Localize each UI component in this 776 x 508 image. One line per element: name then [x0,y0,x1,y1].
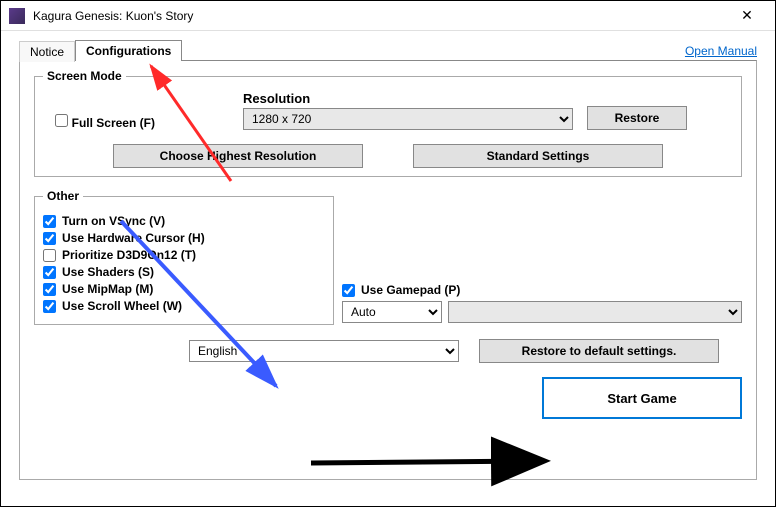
other-label-4: Use MipMap (M) [62,282,153,296]
screen-mode-legend: Screen Mode [43,69,126,83]
other-item[interactable]: Use MipMap (M) [43,282,325,296]
other-label-1: Use Hardware Cursor (H) [62,231,205,245]
other-checkbox-0[interactable] [43,215,56,228]
other-item[interactable]: Turn on VSync (V) [43,214,325,228]
other-checkbox-1[interactable] [43,232,56,245]
tab-notice[interactable]: Notice [19,41,75,62]
close-button[interactable]: ✕ [727,2,767,30]
resolution-label: Resolution [243,91,573,106]
other-label-5: Use Scroll Wheel (W) [62,299,182,313]
use-gamepad-label: Use Gamepad (P) [361,283,460,297]
use-gamepad-checkbox[interactable] [342,284,355,297]
other-item[interactable]: Use Scroll Wheel (W) [43,299,325,313]
gamepad-mode-select[interactable]: Auto [342,301,442,323]
tab-configurations[interactable]: Configurations [75,40,182,61]
standard-settings-button[interactable]: Standard Settings [413,144,663,168]
other-item[interactable]: Use Shaders (S) [43,265,325,279]
other-label-0: Turn on VSync (V) [62,214,165,228]
window-title: Kagura Genesis: Kuon's Story [33,9,727,23]
title-bar: Kagura Genesis: Kuon's Story ✕ [1,1,775,31]
other-legend: Other [43,189,83,203]
full-screen-checkbox[interactable] [55,114,68,127]
screen-mode-group: Screen Mode Full Screen (F) Resolution 1… [34,69,742,177]
language-select[interactable]: English [189,340,459,362]
other-group: Other Turn on VSync (V) Use Hardware Curs… [34,189,334,325]
start-game-button[interactable]: Start Game [542,377,742,419]
other-checkbox-5[interactable] [43,300,56,313]
other-label-2: Prioritize D3D9On12 (T) [62,248,196,262]
restore-button[interactable]: Restore [587,106,687,130]
app-icon [9,8,25,24]
other-item[interactable]: Use Hardware Cursor (H) [43,231,325,245]
other-checkbox-3[interactable] [43,266,56,279]
gamepad-device-select[interactable] [448,301,742,323]
choose-highest-resolution-button[interactable]: Choose Highest Resolution [113,144,363,168]
other-item[interactable]: Prioritize D3D9On12 (T) [43,248,325,262]
configurations-panel: Screen Mode Full Screen (F) Resolution 1… [19,60,757,480]
resolution-select[interactable]: 1280 x 720 [243,108,573,130]
other-checkbox-4[interactable] [43,283,56,296]
full-screen-checkbox-label[interactable]: Full Screen (F) [55,114,155,130]
other-label-3: Use Shaders (S) [62,265,154,279]
other-checkbox-2[interactable] [43,249,56,262]
restore-defaults-button[interactable]: Restore to default settings. [479,339,719,363]
open-manual-link[interactable]: Open Manual [685,44,757,61]
